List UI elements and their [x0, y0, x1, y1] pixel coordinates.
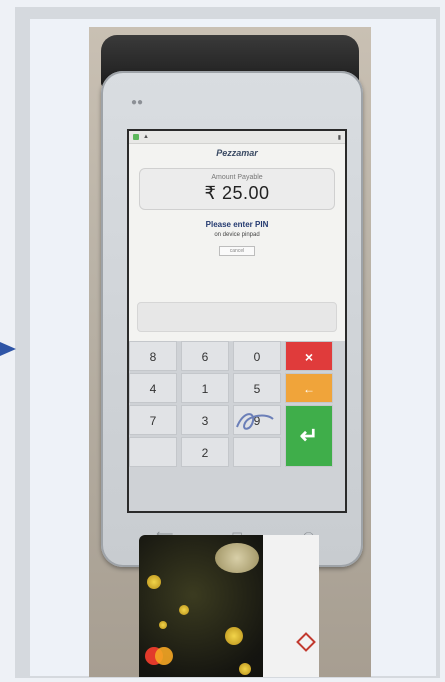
pin-keypad: 8 6 0 × 4 1 5 ← 7 3 9 ↵ 2: [129, 341, 345, 511]
card-decoration: [179, 605, 189, 615]
device-screen: ▲ ▮ Pezzamar Amount Payable ₹ 25.00 Plea…: [127, 129, 347, 513]
amount-label: Amount Payable: [211, 174, 263, 181]
pin-prompt-title: Please enter PIN: [205, 220, 269, 229]
cancel-text-button[interactable]: cancel: [219, 246, 255, 256]
key-6[interactable]: 6: [181, 341, 229, 371]
key-7[interactable]: 7: [129, 405, 177, 435]
amount-value: ₹ 25.00: [204, 183, 270, 203]
key-blank-left[interactable]: [129, 437, 177, 467]
signature-scribble-icon: [236, 413, 274, 430]
enter-key[interactable]: ↵: [285, 405, 333, 467]
key-1[interactable]: 1: [181, 373, 229, 403]
key-8[interactable]: 8: [129, 341, 177, 371]
key-2[interactable]: 2: [181, 437, 229, 467]
key-3[interactable]: 3: [181, 405, 229, 435]
key-blank-right[interactable]: [233, 437, 281, 467]
app-brand: Pezzamar: [216, 148, 258, 158]
cancel-key[interactable]: ×: [285, 341, 333, 371]
card-decoration: [147, 575, 161, 589]
notification-icon: [133, 134, 139, 140]
pin-prompt-subtitle: on device pinpad: [214, 232, 260, 238]
status-bar: ▲ ▮: [129, 131, 345, 144]
pos-device: ●● ▲ ▮ Pezzamar Amount Payable ₹ 25.00 P…: [101, 71, 363, 567]
pos-terminal-photo: ●● ▲ ▮ Pezzamar Amount Payable ₹ 25.00 P…: [89, 27, 371, 677]
pin-input[interactable]: [137, 302, 337, 332]
key-4[interactable]: 4: [129, 373, 177, 403]
card-decoration: [239, 663, 251, 675]
amount-panel: Amount Payable ₹ 25.00: [139, 168, 335, 210]
clear-key[interactable]: ←: [285, 373, 333, 403]
key-5[interactable]: 5: [233, 373, 281, 403]
signal-icon: ▲: [143, 134, 149, 140]
device-logo: ●●: [131, 97, 144, 108]
mastercard-logo: [155, 647, 173, 665]
arrow-right-icon: [0, 342, 16, 356]
debit-card: [139, 535, 319, 677]
card-white-stripe: [263, 535, 319, 677]
card-decoration: [225, 627, 243, 645]
card-hologram: [215, 543, 259, 573]
battery-icon: ▮: [337, 134, 341, 141]
key-0[interactable]: 0: [233, 341, 281, 371]
card-decoration: [159, 621, 167, 629]
